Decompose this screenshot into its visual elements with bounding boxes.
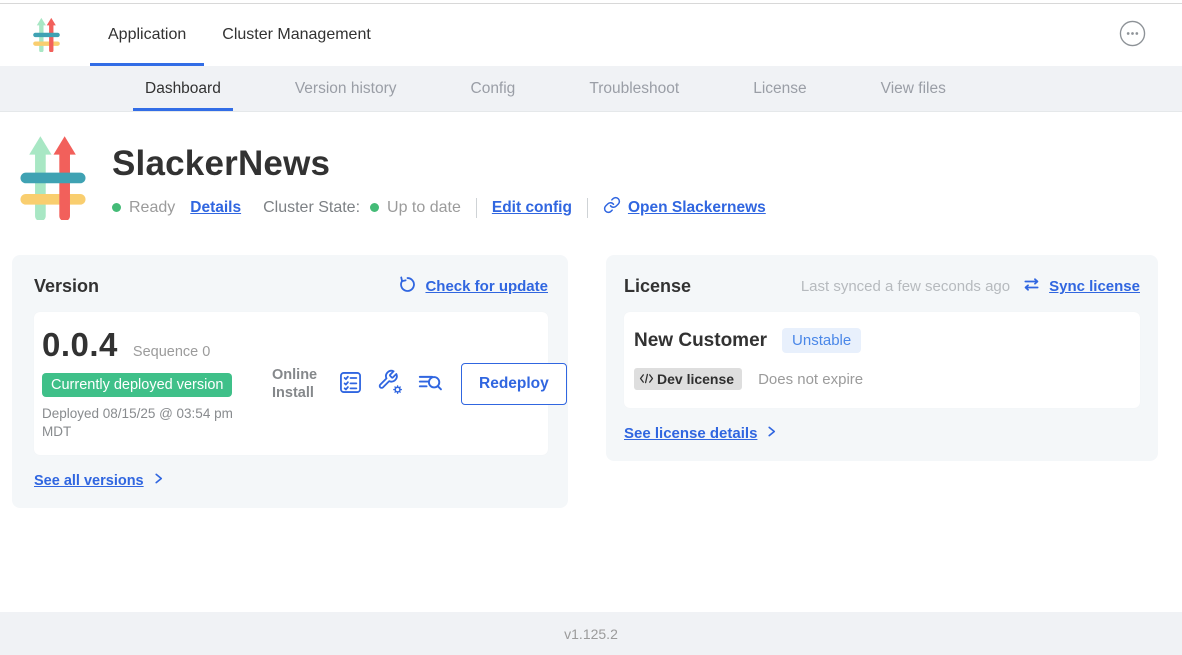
page-title: SlackerNews: [112, 144, 766, 184]
app-status-text: Ready: [129, 199, 175, 217]
dashboard-cards: Version Check for update 0.0.4 Sequ: [12, 255, 1158, 508]
redeploy-button[interactable]: Redeploy: [461, 363, 567, 405]
version-card: Version Check for update 0.0.4 Sequ: [12, 255, 568, 508]
license-card: License Last synced a few seconds ago Sy…: [606, 255, 1158, 461]
license-type-label: Dev license: [657, 371, 734, 387]
app-header: SlackerNews Ready Details Cluster State:…: [0, 112, 1182, 225]
logs-search-icon: [417, 369, 444, 399]
subnav-tab-view-files-label: View files: [881, 80, 946, 98]
top-navigation-bar: Application Cluster Management: [0, 4, 1182, 66]
see-all-versions-link[interactable]: See all versions: [34, 472, 164, 489]
subnav-tab-dashboard-label: Dashboard: [145, 80, 221, 98]
license-expiration: Does not expire: [758, 371, 863, 388]
chevron-right-icon: [766, 425, 777, 442]
version-info: 0.0.4 Sequence 0 Currently deployed vers…: [42, 326, 260, 441]
subnav-tab-license[interactable]: License: [741, 66, 818, 111]
subnav-tab-license-label: License: [753, 80, 806, 98]
topnav-spacer: [389, 4, 1119, 66]
license-type-badge: Dev license: [634, 368, 742, 390]
check-for-update-label: Check for update: [425, 278, 548, 295]
version-number: 0.0.4: [42, 326, 118, 364]
sync-license-label: Sync license: [1049, 278, 1140, 295]
current-version-panel: 0.0.4 Sequence 0 Currently deployed vers…: [34, 312, 548, 455]
cluster-state-value: Up to date: [387, 199, 461, 217]
customer-name: New Customer: [634, 330, 767, 352]
subnav-tab-troubleshoot-label: Troubleshoot: [589, 80, 679, 98]
more-menu-button[interactable]: [1119, 22, 1146, 49]
deployed-status-badge: Currently deployed version: [42, 373, 232, 397]
sync-license-link[interactable]: Sync license: [1022, 275, 1140, 298]
app-status-row: Ready Details Cluster State: Up to date …: [112, 196, 766, 219]
edit-config-button[interactable]: [377, 369, 404, 399]
app-sub-navigation: Dashboard Version history Config Trouble…: [0, 66, 1182, 112]
app-logo-icon: [20, 134, 86, 225]
sequence-label: Sequence 0: [133, 344, 210, 360]
version-actions: Online Install: [272, 363, 567, 405]
license-card-title: License: [624, 276, 691, 297]
divider: [587, 198, 588, 218]
subnav-tab-dashboard[interactable]: Dashboard: [133, 66, 233, 111]
last-synced-text: Last synced a few seconds ago: [801, 278, 1010, 295]
deployed-timestamp: Deployed 08/15/25 @ 03:54 pm MDT: [42, 405, 247, 441]
subnav-tab-troubleshoot[interactable]: Troubleshoot: [577, 66, 691, 111]
install-type-label: Online Install: [272, 366, 324, 402]
checklist-icon: [337, 369, 364, 399]
view-deploy-logs-button[interactable]: [417, 369, 444, 399]
see-all-versions-label: See all versions: [34, 473, 144, 489]
cluster-state-label: Cluster State:: [263, 199, 360, 217]
tab-application[interactable]: Application: [90, 4, 204, 66]
version-card-title: Version: [34, 276, 99, 297]
see-license-details-label: See license details: [624, 425, 757, 442]
tab-application-label: Application: [108, 26, 186, 44]
link-chain-icon: [603, 196, 621, 219]
open-app-link[interactable]: Open Slackernews: [603, 196, 766, 219]
wrench-gear-icon: [377, 369, 404, 399]
version-card-header: Version Check for update: [34, 275, 548, 298]
replicated-logo-icon: [33, 17, 60, 57]
tab-cluster-management[interactable]: Cluster Management: [204, 4, 389, 66]
license-card-header: License Last synced a few seconds ago Sy…: [624, 275, 1140, 298]
subnav-tab-version-history[interactable]: Version history: [283, 66, 409, 111]
tab-cluster-management-label: Cluster Management: [222, 26, 371, 44]
sync-arrows-icon: [1022, 275, 1041, 298]
channel-badge: Unstable: [782, 328, 861, 353]
cluster-state-dot: [370, 203, 379, 212]
subnav-tab-view-files[interactable]: View files: [869, 66, 958, 111]
see-license-details-link[interactable]: See license details: [624, 425, 777, 442]
app-header-text: SlackerNews Ready Details Cluster State:…: [112, 134, 766, 225]
open-app-link-label: Open Slackernews: [628, 199, 766, 217]
console-footer: v1.125.2: [0, 612, 1182, 655]
top-nav-tabs: Application Cluster Management: [90, 4, 389, 66]
refresh-icon: [398, 275, 417, 298]
license-details-panel: New Customer Unstable Dev license: [624, 312, 1140, 408]
subnav-tab-config-label: Config: [471, 80, 516, 98]
dashboard-content: SlackerNews Ready Details Cluster State:…: [0, 112, 1182, 612]
subnav-tab-config[interactable]: Config: [459, 66, 528, 111]
ellipsis-icon: [1119, 20, 1146, 50]
divider: [476, 198, 477, 218]
app-status-dot: [112, 203, 121, 212]
check-for-update-link[interactable]: Check for update: [398, 275, 548, 298]
status-details-link[interactable]: Details: [190, 199, 241, 217]
preflight-checks-button[interactable]: [337, 369, 364, 399]
chevron-right-icon: [153, 472, 164, 489]
code-icon: [639, 371, 654, 387]
subnav-tab-version-history-label: Version history: [295, 80, 397, 98]
console-version: v1.125.2: [564, 626, 618, 642]
edit-config-link[interactable]: Edit config: [492, 199, 572, 217]
